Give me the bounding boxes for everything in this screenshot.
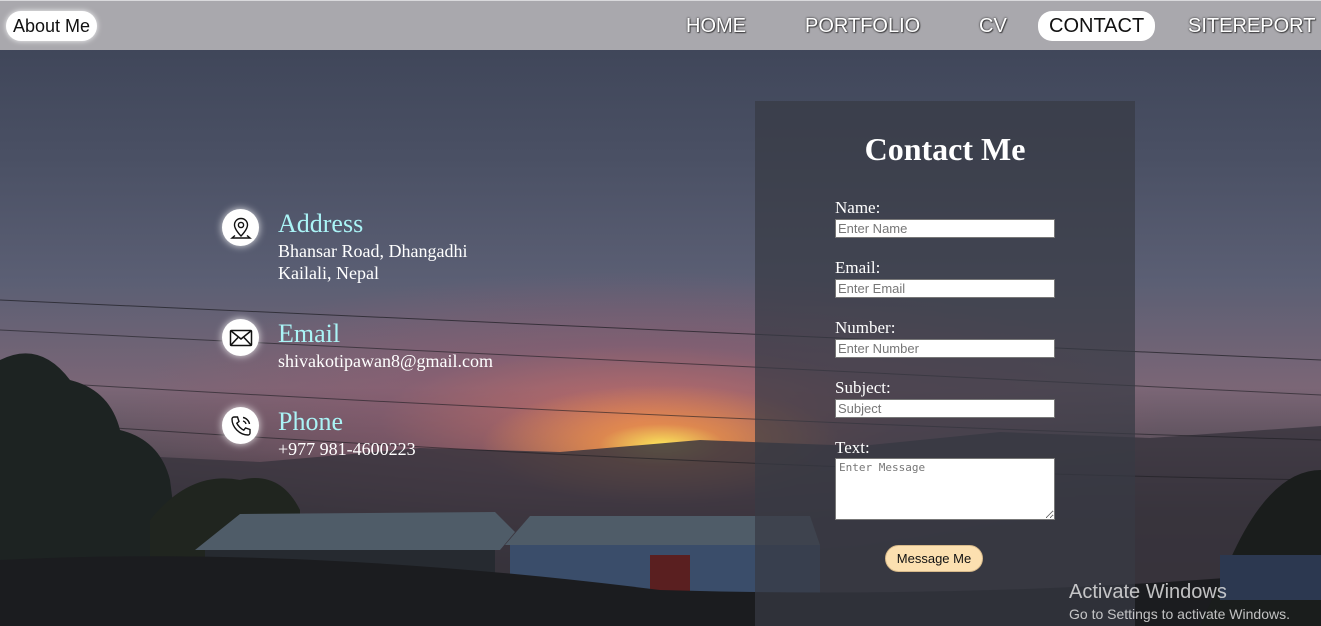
name-input[interactable] [835, 219, 1055, 238]
address-line-2: Kailali, Nepal [278, 263, 379, 283]
number-input[interactable] [835, 339, 1055, 358]
nav-sitereport[interactable]: SITEREPORT [1177, 11, 1321, 41]
about-me-link[interactable]: About Me [6, 11, 98, 41]
phone-title: Phone [278, 407, 343, 436]
form-title: Contact Me [864, 131, 1026, 167]
watermark-subtitle: Go to Settings to activate Windows. [1069, 606, 1290, 622]
envelope-icon [222, 319, 259, 356]
email-value: shivakotipawan8@gmail.com [278, 351, 494, 371]
email-input[interactable] [835, 279, 1055, 298]
text-label: Text: [835, 438, 870, 457]
message-me-button[interactable]: Message Me [885, 545, 983, 572]
message-textarea[interactable] [835, 458, 1055, 520]
map-pin-icon [222, 209, 259, 246]
phone-value: +977 981-4600223 [278, 439, 416, 459]
email-label: Email: [835, 258, 881, 277]
nav-home[interactable]: HOME [675, 11, 757, 41]
address-title: Address [278, 209, 364, 238]
name-label: Name: [835, 198, 881, 217]
address-line-1: Bhansar Road, Dhangadhi [278, 241, 468, 261]
watermark-title: Activate Windows [1069, 581, 1227, 603]
email-title: Email [278, 319, 341, 348]
top-navbar: About Me HOME PORTFOLIO CV CONTACT SITER… [0, 0, 1321, 50]
nav-cv[interactable]: CV [968, 11, 1018, 41]
nav-contact[interactable]: CONTACT [1038, 11, 1156, 41]
phone-icon [222, 407, 259, 444]
nav-portfolio[interactable]: PORTFOLIO [794, 11, 931, 41]
activate-windows-watermark: Activate Windows Go to Settings to activ… [1069, 580, 1290, 624]
contact-form: Contact Me Name: Email: Number: Subject:… [755, 101, 1135, 626]
subject-label: Subject: [835, 378, 891, 397]
subject-input[interactable] [835, 399, 1055, 418]
number-label: Number: [835, 318, 896, 337]
